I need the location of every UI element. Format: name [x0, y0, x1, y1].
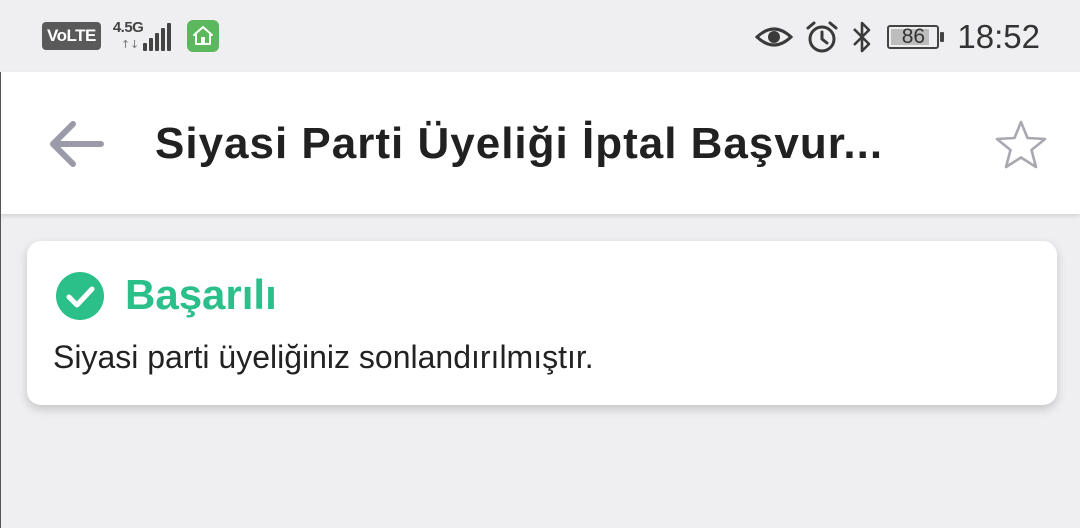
data-activity-icon: ↑↓ [120, 38, 140, 51]
battery-icon: 86 [887, 25, 945, 49]
check-circle-icon [56, 272, 104, 320]
eye-icon [755, 24, 794, 50]
signal-bars-icon [142, 23, 173, 51]
home-app-icon [186, 20, 219, 52]
bluetooth-icon [851, 20, 873, 54]
volte-badge: VoLTE [42, 22, 101, 50]
star-outline-icon [995, 120, 1047, 169]
page-title: Siyasi Parti Üyeliği İptal Başvur... [155, 119, 884, 168]
status-bar: VoLTE 4.5G ↑↓ 86 18:52 [0, 0, 1080, 72]
status-title: Başarılı [125, 271, 277, 318]
network-type-label: 4.5G [112, 19, 144, 36]
status-bar-right: 86 18:52 [743, 16, 1040, 58]
alarm-icon [805, 20, 839, 54]
arrow-left-icon [50, 121, 104, 167]
back-button[interactable] [41, 112, 109, 176]
status-clock: 18:52 [957, 18, 1040, 55]
favorite-button[interactable] [992, 116, 1050, 174]
window-edge [0, 214, 1, 528]
battery-level: 86 [901, 25, 926, 48]
app-bar: Siyasi Parti Üyeliği İptal Başvur... [0, 72, 1080, 214]
status-message: Siyasi parti üyeliğiniz sonlandırılmıştı… [53, 339, 594, 375]
network-indicator: 4.5G ↑↓ [113, 19, 175, 53]
status-bar-left: VoLTE 4.5G ↑↓ [42, 18, 219, 54]
success-card: Başarılı Siyasi parti üyeliğiniz sonland… [27, 241, 1057, 405]
